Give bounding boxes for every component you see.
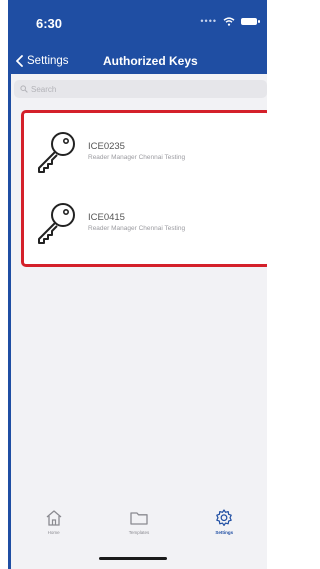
tab-label: Templates: [128, 530, 150, 535]
authorized-keys-list: ICE0235 Reader Manager Chennai Testing I…: [21, 110, 267, 267]
tab-bar: Home Templates Settings: [11, 508, 267, 558]
key-icon: [38, 203, 75, 244]
battery-icon: [241, 17, 260, 25]
header-bar: 6:30 •••• Settings Authorized Keys: [11, 0, 267, 74]
search-placeholder: Search: [31, 84, 57, 94]
tab-settings[interactable]: Settings: [189, 508, 259, 535]
home-icon: [46, 510, 62, 526]
search-icon: [20, 85, 28, 93]
status-icons: ••••: [200, 16, 260, 26]
navigation-bar: Settings Authorized Keys: [11, 50, 267, 72]
page-title: Authorized Keys: [103, 54, 198, 68]
status-time: 6:30: [36, 16, 63, 31]
phone-screen: 6:30 •••• Settings Authorized Keys Searc…: [8, 0, 267, 569]
tab-home[interactable]: Home: [19, 508, 89, 535]
home-indicator: [99, 557, 167, 560]
wifi-icon: [223, 16, 235, 26]
key-list-item[interactable]: ICE0235 Reader Manager Chennai Testing: [24, 121, 267, 181]
key-subtitle: Reader Manager Chennai Testing: [88, 225, 186, 232]
key-text: ICE0415 Reader Manager Chennai Testing: [88, 212, 185, 232]
back-button[interactable]: Settings: [15, 55, 69, 67]
key-id: ICE0415: [88, 212, 125, 223]
key-text: ICE0235 Reader Manager Chennai Testing: [88, 141, 185, 161]
key-subtitle: Reader Manager Chennai Testing: [88, 154, 186, 161]
key-list-item[interactable]: ICE0415 Reader Manager Chennai Testing: [24, 192, 267, 252]
search-input[interactable]: Search: [14, 80, 267, 98]
signal-icon: ••••: [200, 16, 217, 26]
tab-label: Settings: [215, 530, 234, 535]
folder-icon: [130, 512, 148, 525]
key-icon: [38, 132, 75, 173]
key-id: ICE0235: [88, 141, 125, 152]
back-label: Settings: [27, 55, 69, 67]
tab-label: Home: [47, 530, 60, 535]
chevron-left-icon: [16, 55, 23, 67]
gear-icon: [216, 509, 233, 526]
tab-templates[interactable]: Templates: [104, 508, 174, 535]
